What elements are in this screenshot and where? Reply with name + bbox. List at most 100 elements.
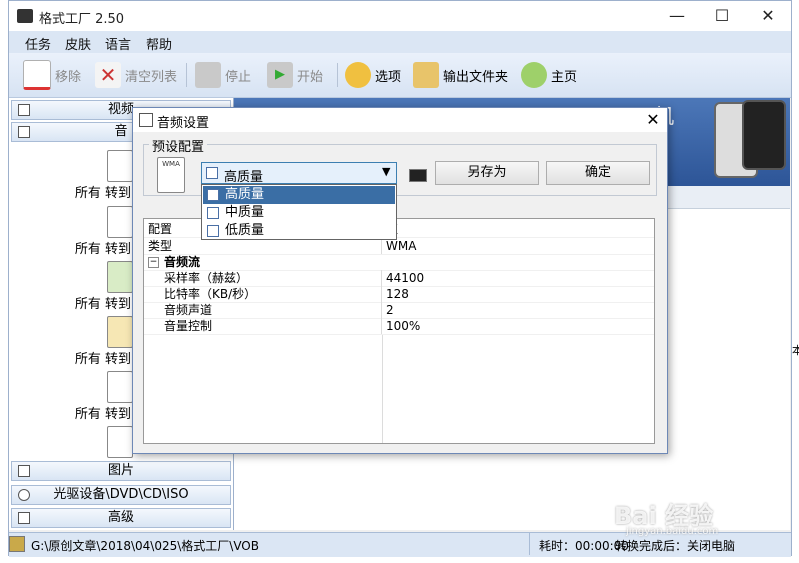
collapse-icon[interactable]: − <box>148 257 159 268</box>
music-note-icon <box>207 225 219 237</box>
toolbar-separator <box>186 63 187 87</box>
menu-help[interactable]: 帮助 <box>146 34 172 53</box>
phone-image <box>742 100 786 170</box>
fla-file-icon <box>107 261 133 293</box>
options-button[interactable]: 选项 <box>345 59 401 91</box>
wma-file-icon <box>107 206 133 238</box>
dialog-title-bar: 音频设置 ✕ <box>133 108 667 132</box>
options-label: 选项 <box>375 69 402 85</box>
row-key: 音频声道 <box>144 302 382 318</box>
output-folder-button[interactable]: 输出文件夹 <box>413 59 508 91</box>
stop-icon <box>195 62 221 88</box>
start-icon: ▶ <box>267 62 293 88</box>
music-note-icon <box>207 189 219 201</box>
stop-button[interactable]: 停止 <box>195 59 251 91</box>
category-picture-label: 图片 <box>107 463 134 478</box>
start-label: 开始 <box>297 69 324 85</box>
format-item-mmf[interactable]: 所有 转到 <box>41 371 133 422</box>
amr-file-icon <box>107 426 133 458</box>
format-label: 所有 转到 <box>74 242 131 257</box>
mmf-file-icon <box>107 371 133 403</box>
table-group-row[interactable]: − 音频流 <box>144 254 654 271</box>
clear-list-icon: ✕ <box>95 62 121 88</box>
menu-language[interactable]: 语言 <box>105 34 131 53</box>
maximize-button[interactable]: ☐ <box>699 1 745 31</box>
format-item-wma[interactable]: 所有 转到 <box>41 206 133 257</box>
format-item-fla[interactable]: 所有 转到 <box>41 261 133 312</box>
start-button[interactable]: ▶ 开始 <box>267 59 323 91</box>
minimize-button[interactable]: — <box>654 1 700 31</box>
audio-settings-dialog: 音频设置 ✕ 预设配置 WMA 高质量 ▼ 另存为 确定 配置 值 类型 WMA… <box>132 107 668 454</box>
dialog-title: 音频设置 <box>157 116 210 131</box>
preset-dropdown-list: 高质量 中质量 低质量 <box>201 184 397 240</box>
command-icon[interactable] <box>409 169 427 182</box>
picture-icon <box>18 465 30 477</box>
option-label: 中质量 <box>225 205 265 220</box>
config-table: 配置 值 类型 WMA − 音频流 采样率（赫兹） 44100 比特率（KB/秒… <box>143 218 655 444</box>
menu-bar: 任务 皮肤 语言 帮助 <box>9 31 791 53</box>
format-item-mp3[interactable]: 所有 转到 <box>41 150 133 201</box>
folder-icon <box>9 536 25 552</box>
stop-label: 停止 <box>225 69 252 85</box>
format-label: 所有 转到 <box>74 407 131 422</box>
disc-icon <box>18 489 30 501</box>
advanced-icon <box>18 512 30 524</box>
category-advanced[interactable]: 高级 <box>11 508 231 528</box>
group-label: 音频流 <box>164 255 201 269</box>
remove-button[interactable]: 移除 <box>23 59 81 91</box>
output-folder-label: 输出文件夹 <box>443 69 509 85</box>
wma-file-icon: WMA <box>157 157 185 193</box>
title-bar: 格式工厂 2.50 — ☐ ✕ <box>9 1 791 31</box>
output-path[interactable]: G:\原创文章\2018\04\025\格式工厂\VOB <box>31 537 259 554</box>
preset-select[interactable]: 高质量 ▼ <box>201 162 397 185</box>
table-row[interactable]: 音量控制 100% <box>144 318 654 335</box>
save-as-button[interactable]: 另存为 <box>435 161 539 185</box>
status-divider <box>529 533 530 555</box>
ok-button[interactable]: 确定 <box>546 161 650 185</box>
app-icon <box>17 9 33 23</box>
format-item-aac[interactable]: 所有 转到 <box>41 316 133 367</box>
column-divider <box>382 335 383 443</box>
row-value: 128 <box>386 287 409 301</box>
format-label: 所有 转到 <box>74 186 131 201</box>
close-button[interactable]: ✕ <box>745 1 791 31</box>
toolbar: 移除 ✕ 清空列表 停止 ▶ 开始 选项 输出文件夹 主页 <box>9 53 791 98</box>
menu-task[interactable]: 任务 <box>25 34 51 53</box>
aac-file-icon <box>107 316 133 348</box>
folder-icon <box>413 62 439 88</box>
music-note-icon <box>207 207 219 219</box>
dropdown-option-medium[interactable]: 中质量 <box>203 204 395 222</box>
dropdown-option-low[interactable]: 低质量 <box>203 222 395 240</box>
film-icon <box>18 104 30 116</box>
mp3-file-icon <box>107 150 133 182</box>
category-advanced-label: 高级 <box>107 510 134 525</box>
category-video-label: 视频 <box>107 102 134 117</box>
row-value: 44100 <box>386 271 425 285</box>
dropdown-option-high[interactable]: 高质量 <box>203 186 395 204</box>
category-audio-label: 音 <box>114 124 128 139</box>
row-value: 2 <box>386 303 394 317</box>
wma-icon-label: WMA <box>162 160 180 168</box>
table-row[interactable]: 比特率（KB/秒） 128 <box>144 286 654 303</box>
clear-list-label: 清空列表 <box>125 69 178 85</box>
window-title: 格式工厂 2.50 <box>39 12 125 27</box>
home-button[interactable]: 主页 <box>521 59 577 91</box>
option-label: 低质量 <box>225 223 265 238</box>
row-key: 采样率（赫兹） <box>144 270 382 286</box>
watermark-subtext: jingyan.baidu.com <box>626 526 719 537</box>
dialog-close-button[interactable]: ✕ <box>641 109 665 131</box>
document-remove-icon <box>23 60 51 90</box>
category-picture[interactable]: 图片 <box>11 461 231 481</box>
table-row[interactable]: 音频声道 2 <box>144 302 654 319</box>
table-row[interactable]: 类型 WMA <box>144 238 654 255</box>
preset-group-label: 预设配置 <box>149 136 208 155</box>
clear-list-button[interactable]: ✕ 清空列表 <box>95 59 177 91</box>
music-note-icon <box>206 167 218 179</box>
chevron-down-icon: ▼ <box>382 165 391 178</box>
table-row[interactable]: 采样率（赫兹） 44100 <box>144 270 654 287</box>
menu-skin[interactable]: 皮肤 <box>65 34 91 53</box>
row-value: 100% <box>386 319 421 333</box>
category-optical[interactable]: 光驱设备\DVD\CD\ISO <box>11 485 231 505</box>
format-label: 所有 转到 <box>74 297 131 312</box>
row-key: 比特率（KB/秒） <box>144 286 382 302</box>
